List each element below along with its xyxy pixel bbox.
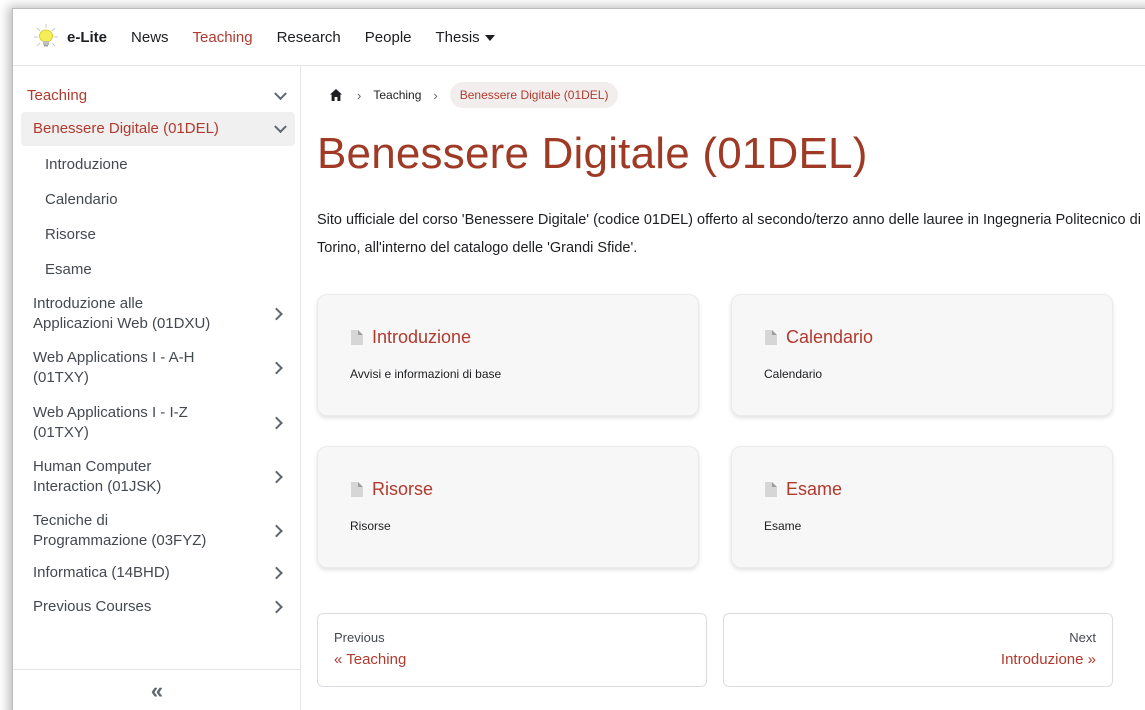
sidebar-item-teaching[interactable]: Teaching <box>13 78 295 114</box>
label-line: Tecniche di <box>33 512 109 529</box>
card-title: Introduzione <box>350 327 471 348</box>
sidebar-item-03fyz[interactable]: Tecniche di Programmazione (03FYZ) <box>21 507 295 555</box>
nav-people[interactable]: People <box>365 29 412 46</box>
nav-research[interactable]: Research <box>277 29 341 46</box>
collapse-sidebar-button[interactable]: « <box>13 669 301 710</box>
sidebar-item-label: Tecniche di Programmazione (03FYZ) <box>33 511 206 551</box>
label-line: Interaction (01JSK) <box>33 478 162 495</box>
sidebar-item-introduzione[interactable]: Introduzione <box>21 148 295 182</box>
sidebar-item-label: Risorse <box>45 226 96 243</box>
breadcrumb-current: Benessere Digitale (01DEL) <box>449 82 619 108</box>
card-calendario[interactable]: Calendario Calendario <box>731 294 1113 416</box>
label-line: Web Applications I - A-H <box>33 349 195 366</box>
nav-teaching[interactable]: Teaching <box>193 29 253 46</box>
card-title: Risorse <box>350 479 433 500</box>
card-title-text: Risorse <box>372 479 434 499</box>
card-description: Calendario <box>764 367 823 381</box>
chevron-down-icon <box>274 87 287 101</box>
nav-thesis-label: Thesis <box>435 28 480 46</box>
card-introduzione[interactable]: Introduzione Avvisi e informazioni di ba… <box>317 294 699 416</box>
pager-previous-label: « Teaching <box>334 651 407 668</box>
sidebar-item-label: Informatica (14BHD) <box>33 564 170 581</box>
card-title-text: Calendario <box>786 327 874 347</box>
card-title: Calendario <box>764 327 873 348</box>
sidebar-item-esame[interactable]: Esame <box>21 253 295 287</box>
document-icon <box>765 482 777 497</box>
top-navbar: e-Lite News Teaching Research People The… <box>13 9 1145 66</box>
sidebar-item-calendario[interactable]: Calendario <box>21 183 295 217</box>
pager-next[interactable]: Next Introduzione » <box>723 613 1113 687</box>
chevron-right-icon <box>270 600 283 614</box>
caret-down-icon <box>484 34 495 41</box>
main-content: › Teaching › Benessere Digitale (01DEL) … <box>301 66 1145 710</box>
pager-previous[interactable]: Previous « Teaching <box>317 613 707 687</box>
sidebar-item-label: Benessere Digitale (01DEL) <box>33 120 219 137</box>
sidebar-item-label: Previous Courses <box>33 598 152 615</box>
sidebar-item-label: Teaching <box>27 87 88 104</box>
label-line: Web Applications I - I-Z <box>33 404 188 421</box>
card-risorse[interactable]: Risorse Risorse <box>317 446 699 568</box>
chevron-right-icon <box>270 524 283 538</box>
brand[interactable]: e-Lite <box>31 22 107 52</box>
pager-next-sublabel: Next <box>1069 630 1096 645</box>
sidebar-item-01txy-ah[interactable]: Web Applications I - A-H (01TXY) <box>21 344 295 392</box>
breadcrumb-teaching[interactable]: Teaching <box>373 88 421 102</box>
document-icon <box>765 330 777 345</box>
chevron-right-icon: › <box>433 87 438 103</box>
card-description: Avvisi e informazioni di base <box>350 367 502 381</box>
card-title-text: Introduzione <box>372 327 472 347</box>
chevron-right-icon <box>270 470 283 484</box>
pager-next-label: Introduzione » <box>1000 651 1096 668</box>
page-title: Benessere Digitale (01DEL) <box>317 129 868 178</box>
pager-previous-sublabel: Previous <box>334 630 385 645</box>
document-icon <box>351 330 363 345</box>
chevron-down-icon <box>274 120 287 134</box>
sidebar-item-label: Introduzione <box>45 156 128 173</box>
nav-news[interactable]: News <box>131 29 169 46</box>
brand-text: e-Lite <box>67 28 108 46</box>
lightbulb-logo-icon <box>34 24 58 47</box>
sidebar-item-label: Web Applications I - I-Z (01TXY) <box>33 403 188 443</box>
sidebar-item-label: Calendario <box>45 191 118 208</box>
double-chevron-left-icon: « <box>150 678 164 703</box>
label-line: Applicazioni Web (01DXU) <box>33 315 211 332</box>
sidebar-item-risorse[interactable]: Risorse <box>21 218 295 252</box>
chevron-right-icon <box>270 307 283 321</box>
chevron-right-icon <box>270 566 283 580</box>
chevron-right-icon <box>270 416 283 430</box>
sidebar-item-14bhd[interactable]: Informatica (14BHD) <box>21 558 295 588</box>
card-description: Risorse <box>350 519 391 533</box>
sidebar-item-previous-courses[interactable]: Previous Courses <box>21 592 295 622</box>
sidebar-item-label: Introduzione alle Applicazioni Web (01DXU… <box>33 294 210 334</box>
home-icon[interactable] <box>329 88 343 102</box>
sidebar-item-label: Esame <box>45 261 92 278</box>
sidebar-item-01jsk[interactable]: Human Computer Interaction (01JSK) <box>21 453 295 501</box>
nav-thesis-dropdown[interactable]: Thesis <box>436 29 495 46</box>
browser-window: e-Lite News Teaching Research People The… <box>12 8 1145 710</box>
sidebar-item-01dxu[interactable]: Introduzione alle Applicazioni Web (01DXU… <box>21 290 295 338</box>
breadcrumb: › Teaching › Benessere Digitale (01DEL) <box>323 82 619 108</box>
chevron-right-icon: › <box>357 87 362 103</box>
document-icon <box>351 482 363 497</box>
sidebar-item-01txy-iz[interactable]: Web Applications I - I-Z (01TXY) <box>21 399 295 447</box>
label-line: (01TXY) <box>33 424 89 441</box>
label-line: Introduzione alle <box>33 295 144 312</box>
label-line: Human Computer <box>33 458 152 475</box>
card-title-text: Esame <box>786 479 843 499</box>
card-description: Esame <box>764 519 802 533</box>
intro-paragraph: Sito ufficiale del corso 'Benessere Digi… <box>317 212 1141 256</box>
label-line: (01TXY) <box>33 369 89 386</box>
sidebar-item-label: Web Applications I - A-H (01TXY) <box>33 348 194 388</box>
chevron-right-icon <box>270 361 283 375</box>
sidebar: Teaching Benessere Digitale (01DEL) Intr… <box>13 66 301 710</box>
card-esame[interactable]: Esame Esame <box>731 446 1113 568</box>
sidebar-item-benessere-digitale[interactable]: Benessere Digitale (01DEL) <box>21 112 295 146</box>
card-title: Esame <box>764 479 842 500</box>
sidebar-item-label: Human Computer Interaction (01JSK) <box>33 457 161 497</box>
label-line: Programmazione (03FYZ) <box>33 532 207 549</box>
